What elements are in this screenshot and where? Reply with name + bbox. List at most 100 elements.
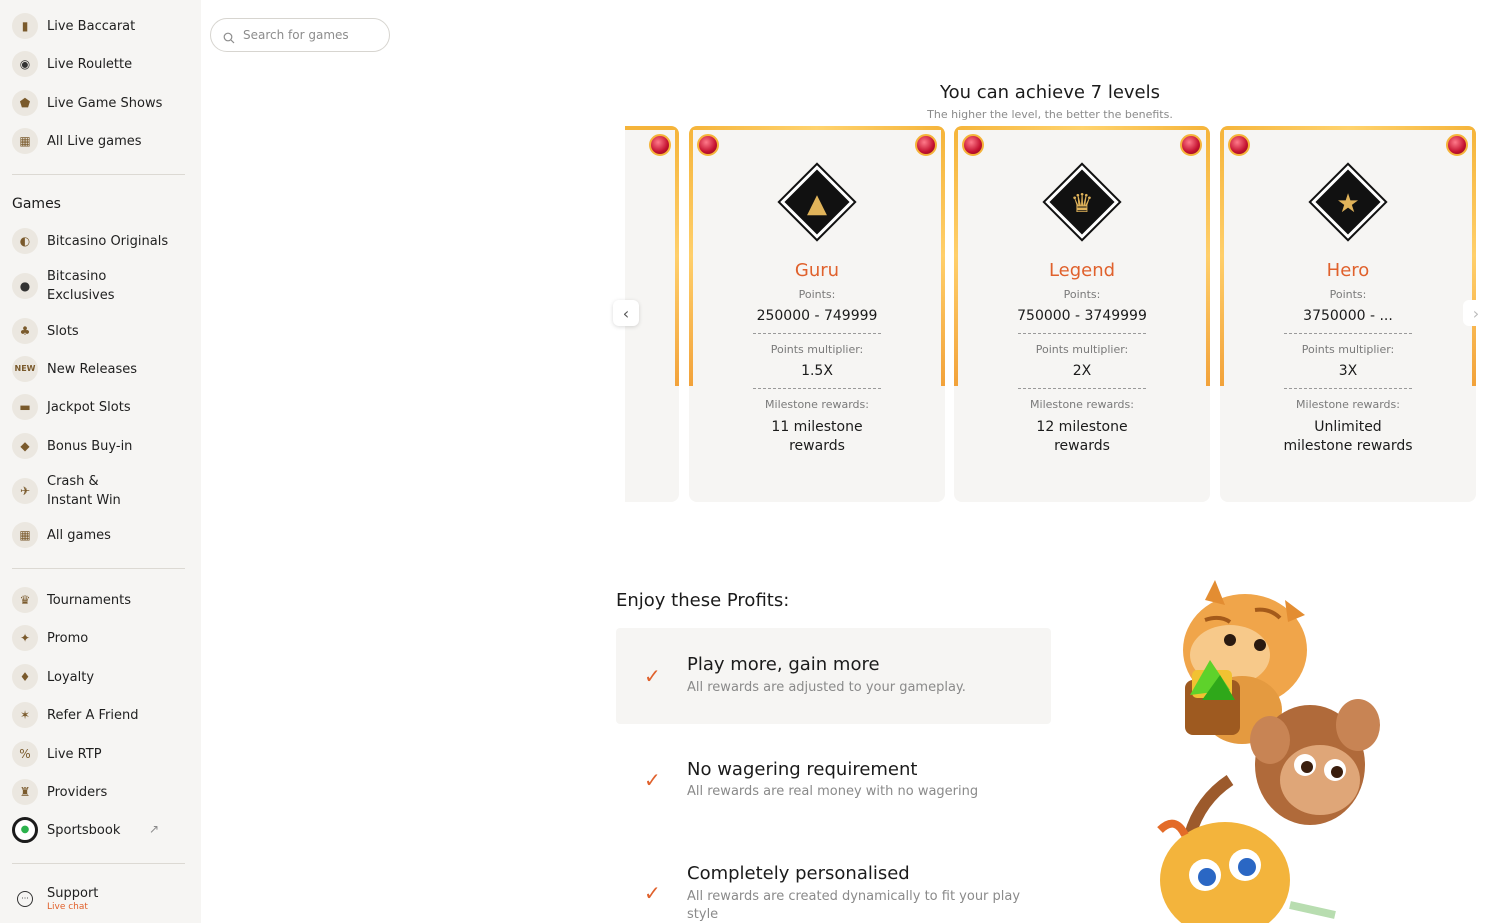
points-label: Points: (798, 288, 836, 301)
checkmark-icon: ✓ (644, 881, 661, 905)
sidebar-item-refer-a-friend[interactable]: ✶ Refer A Friend (12, 700, 187, 730)
gem-icon (697, 134, 719, 156)
bonus-icon: ◆ (12, 433, 38, 459)
sidebar-item-live-baccarat[interactable]: ▮ Live Baccarat (12, 11, 187, 41)
sportsbook-icon: ● (12, 817, 38, 843)
rtp-icon: % (12, 741, 38, 767)
level-card-guru: ▲ Guru Points: 250000 - 749999 Points mu… (689, 126, 945, 502)
sidebar-item-bonus-buy-in[interactable]: ◆ Bonus Buy-in (12, 431, 187, 461)
card-corner-ornament (954, 126, 992, 164)
profit-item: ✓ No wagering requirement All rewards ar… (616, 733, 1051, 829)
multiplier-label: Points multiplier: (1035, 343, 1129, 356)
points-value: 250000 - 749999 (756, 308, 878, 324)
profit-item: ✓ Play more, gain more All rewards are a… (616, 628, 1051, 724)
sidebar-divider (12, 863, 185, 864)
sidebar: ▮ Live Baccarat ◉ Live Roulette ⬟ Live G… (0, 0, 201, 923)
points-value: 750000 - 3749999 (1017, 308, 1147, 324)
rewards-value: Unlimited (1314, 419, 1382, 435)
grid-icon: ▦ (12, 128, 38, 154)
checkmark-icon: ✓ (644, 768, 661, 792)
sidebar-divider (12, 568, 185, 569)
sidebar-item-bitcasino-originals[interactable]: ◐ Bitcasino Originals (12, 226, 187, 256)
level-card-legend: ♛ Legend Points: 750000 - 3749999 Points… (954, 126, 1210, 502)
grid-icon: ▦ (12, 522, 38, 548)
sidebar-item-live-game-shows[interactable]: ⬟ Live Game Shows (12, 88, 187, 118)
jackpot-icon: ▬ (12, 394, 38, 420)
sidebar-item-loyalty[interactable]: ♦ Loyalty (12, 662, 187, 692)
gem-icon (1180, 134, 1202, 156)
refer-icon: ✶ (12, 702, 38, 728)
card-corner-ornament (1438, 126, 1476, 164)
shield-star-icon: ★ (1336, 189, 1360, 219)
card-corner-ornament (1172, 126, 1210, 164)
roulette-icon: ◉ (12, 51, 38, 77)
levels-title: You can achieve 7 levels (939, 82, 1161, 103)
multiplier-label: Points multiplier: (1301, 343, 1395, 356)
divider (1018, 333, 1146, 334)
gem-icon (649, 134, 671, 156)
crash-icon: ✈ (12, 478, 38, 504)
rewards-label: Milestone rewards: (1030, 398, 1134, 411)
sidebar-item-crash-instant-win[interactable]: ✈ Crash & Instant Win (12, 471, 187, 511)
carousel-prev-button[interactable]: ‹ (613, 300, 639, 326)
sidebar-item-promo[interactable]: ✦ Promo (12, 623, 187, 653)
originals-icon: ◐ (12, 228, 38, 254)
divider (753, 388, 881, 389)
external-link-icon: ↗ (148, 822, 159, 836)
divider (753, 333, 881, 334)
levels-subtitle: The higher the level, the better the ben… (927, 108, 1173, 121)
baccarat-icon: ▮ (12, 13, 38, 39)
profits-title: Enjoy these Profits: (616, 590, 790, 611)
sidebar-item-new-releases[interactable]: NEW New Releases (12, 354, 187, 384)
profit-title: Completely personalised (687, 863, 910, 884)
rewards-value: 12 milestone (1036, 419, 1128, 435)
gem-icon (1228, 134, 1250, 156)
profit-item: ✓ Completely personalised All rewards ar… (616, 837, 1051, 923)
divider (1284, 333, 1412, 334)
profit-desc: All rewards are adjusted to your gamepla… (687, 680, 966, 695)
card-corner-ornament (1220, 126, 1258, 164)
sidebar-item-slots[interactable]: ♣ Slots (12, 316, 187, 346)
sidebar-item-live-roulette[interactable]: ◉ Live Roulette (12, 49, 187, 79)
level-name: Guru (794, 260, 840, 281)
sidebar-item-all-live-games[interactable]: ▦ All Live games (12, 126, 187, 156)
sidebar-item-all-games[interactable]: ▦ All games (12, 520, 187, 550)
sidebar-item-sportsbook[interactable]: ● Sportsbook ↗ (12, 815, 187, 845)
card-corner-ornament (689, 126, 727, 164)
trophy-icon: ♛ (12, 587, 38, 613)
search-bar[interactable] (210, 18, 390, 52)
sidebar-item-jackpot-slots[interactable]: ▬ Jackpot Slots (12, 392, 187, 422)
gem-icon (962, 134, 984, 156)
profit-title: No wagering requirement (687, 759, 918, 780)
rewards-value: rewards (789, 438, 845, 454)
sidebar-item-tournaments[interactable]: ♛ Tournaments (12, 585, 187, 615)
chevron-left-icon: ‹ (622, 303, 630, 323)
rewards-value: 11 milestone (771, 419, 863, 435)
carousel-next-button[interactable]: › (1463, 300, 1489, 326)
gem-icon (915, 134, 937, 156)
multiplier-label: Points multiplier: (770, 343, 864, 356)
points-label: Points: (1063, 288, 1101, 301)
rewards-label: Milestone rewards: (1296, 398, 1400, 411)
rewards-label: Milestone rewards: (765, 398, 869, 411)
mascot-illustration (1130, 560, 1410, 923)
card-corner-ornament (907, 126, 945, 164)
support-button[interactable]: ··· Support Live chat (12, 884, 187, 914)
chevron-right-icon: › (1472, 303, 1480, 323)
search-input[interactable] (243, 28, 373, 42)
checkmark-icon: ✓ (644, 664, 661, 688)
exclusives-icon: ● (12, 273, 38, 299)
profit-desc: All rewards are real money with no wager… (687, 784, 979, 799)
card-frame (675, 126, 679, 386)
level-card-hero: ★ Hero Points: 3750000 - ... Points mult… (1220, 126, 1476, 502)
points-value: 3750000 - ... (1303, 308, 1393, 324)
rewards-value: rewards (1054, 438, 1110, 454)
sidebar-item-bitcasino-exclusives[interactable]: ● Bitcasino Exclusives (12, 266, 187, 306)
divider (1018, 388, 1146, 389)
pyramid-icon: ▲ (807, 189, 827, 219)
divider (1284, 388, 1412, 389)
support-label: Support (47, 885, 99, 901)
sidebar-item-live-rtp[interactable]: % Live RTP (12, 739, 187, 769)
rewards-value: milestone rewards (1283, 438, 1413, 454)
sidebar-item-providers[interactable]: ♜ Providers (12, 777, 187, 807)
